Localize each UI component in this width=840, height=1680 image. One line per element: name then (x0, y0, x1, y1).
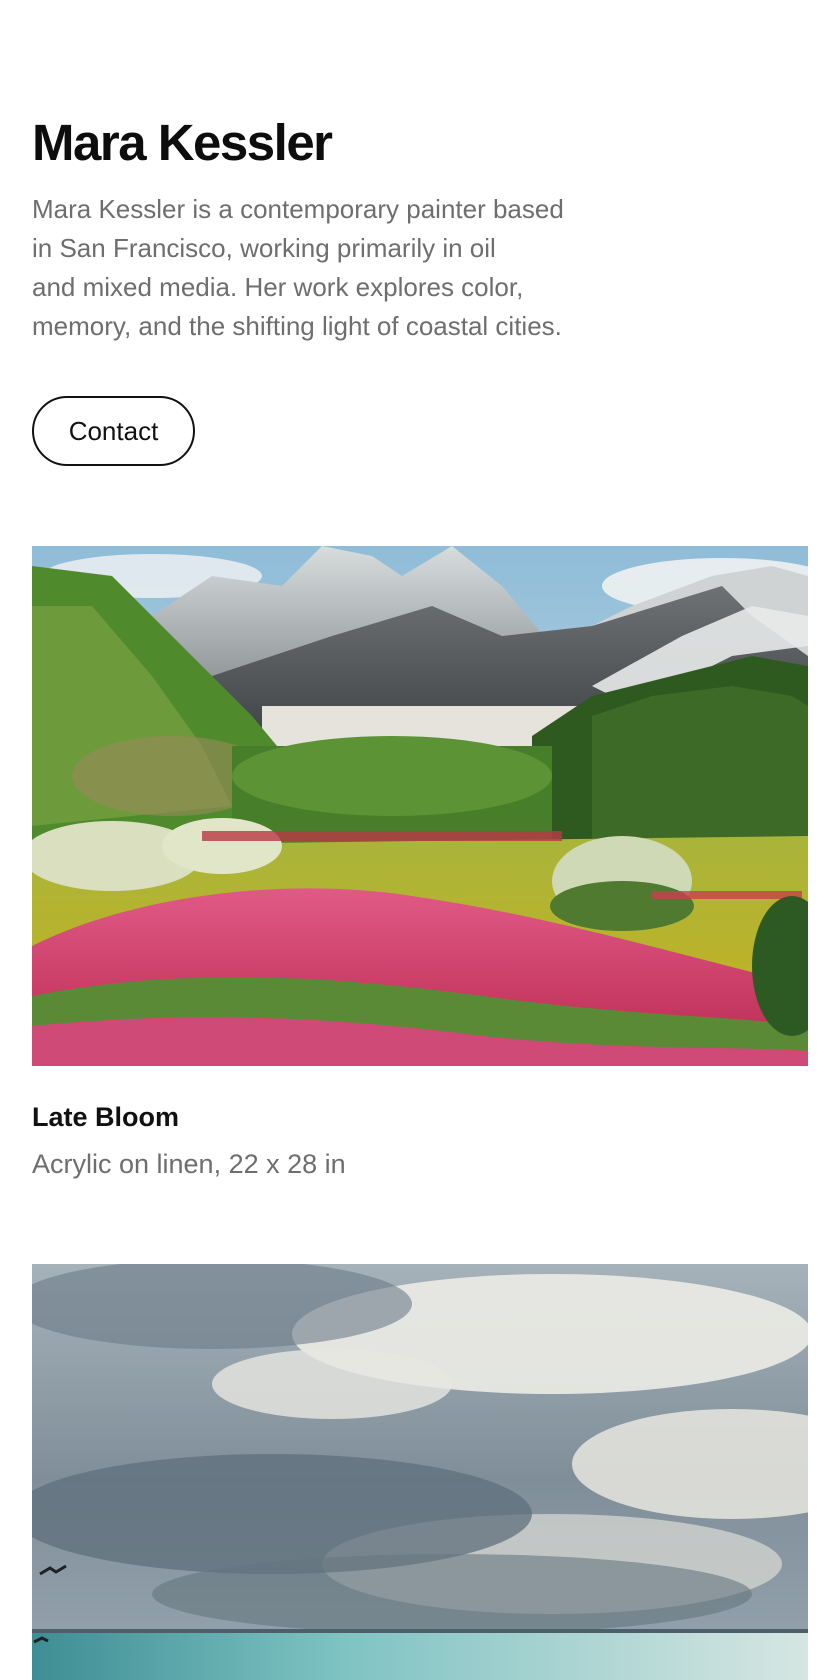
artist-name: Mara Kessler (32, 114, 333, 171)
artwork-details: Acrylic on linen, 22 x 28 in (32, 1149, 346, 1179)
artwork-image-seascape[interactable] (32, 1264, 808, 1680)
artist-header: Mara Kessler Mara Kessler is a contempor… (32, 110, 732, 346)
painting-stormy-seascape (32, 1264, 808, 1680)
portfolio-page: Mara Kessler Mara Kessler is a contempor… (0, 0, 840, 1680)
contact-button[interactable]: Contact (32, 396, 195, 466)
artwork-card (32, 1264, 808, 1680)
artwork-image-late-bloom[interactable] (32, 546, 808, 1066)
artist-bio: Mara Kessler is a contemporary painter b… (32, 194, 564, 341)
artwork-card: Late Bloom Acrylic on linen, 22 x 28 in (32, 546, 808, 1182)
artwork-title: Late Bloom (32, 1102, 180, 1132)
painting-mountain-meadow (32, 546, 808, 1066)
